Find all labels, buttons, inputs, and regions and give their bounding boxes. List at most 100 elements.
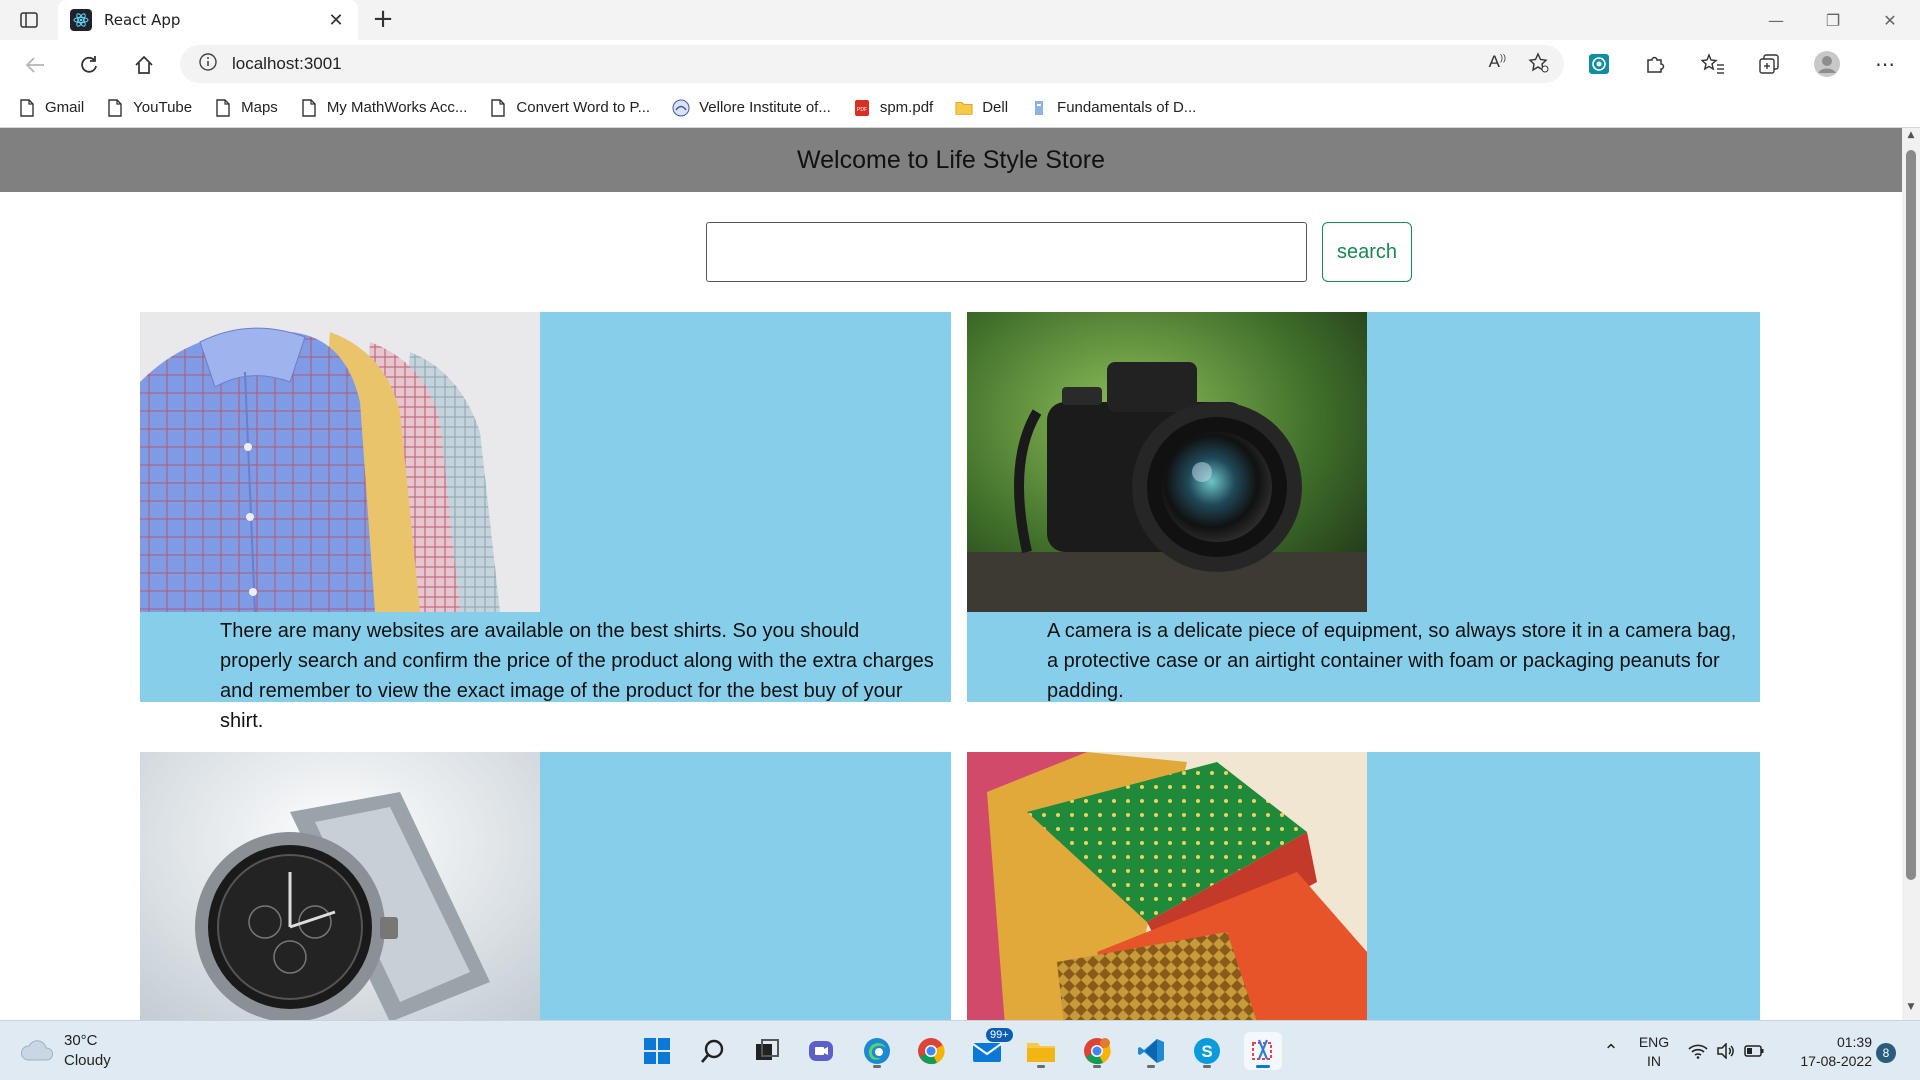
- more-menu-icon[interactable]: ⋯: [1870, 49, 1900, 79]
- language-indicator[interactable]: ENG IN: [1636, 1033, 1672, 1071]
- watch-photo: [140, 752, 540, 1020]
- sarees-photo: [967, 752, 1367, 1020]
- bookmark-label: Convert Word to P...: [516, 99, 651, 116]
- mail-taskbar-icon[interactable]: 99+: [968, 1028, 1013, 1070]
- new-tab-button[interactable]: +: [368, 5, 398, 35]
- bookmarks-bar: Gmail YouTube Maps My MathWorks Acc... Conve…: [0, 88, 1920, 128]
- page-icon: [18, 98, 36, 117]
- tab-title: React App: [104, 11, 181, 29]
- pdf-icon: PDF: [853, 99, 871, 117]
- refresh-button[interactable]: [72, 48, 106, 82]
- edge-taskbar-icon[interactable]: [858, 1032, 896, 1070]
- product-description: There are many websites are available on…: [220, 620, 934, 732]
- read-aloud-icon[interactable]: A)): [1489, 52, 1506, 78]
- close-tab-icon[interactable]: ✕: [326, 10, 346, 31]
- product-card-sarees: [967, 752, 1760, 1020]
- bookmark-item[interactable]: YouTube: [106, 98, 193, 117]
- page-title: Welcome to Life Style Store: [796, 145, 1105, 174]
- scroll-up-arrow-icon[interactable]: ▲: [1902, 130, 1920, 146]
- site-info-icon[interactable]: [198, 52, 218, 76]
- bookmark-item[interactable]: Convert Word to P...: [489, 98, 651, 117]
- book-icon: [1030, 99, 1048, 117]
- clock-time: 01:39: [1836, 1034, 1872, 1050]
- bookmark-label: Gmail: [45, 99, 85, 116]
- task-view-icon[interactable]: [748, 1032, 786, 1070]
- svg-text:PDF: PDF: [857, 107, 867, 113]
- notification-badge[interactable]: 8: [1876, 1043, 1896, 1063]
- bookmark-item[interactable]: PDF spm.pdf: [853, 99, 933, 117]
- running-indicator: [1037, 1065, 1045, 1068]
- home-button[interactable]: [127, 48, 161, 82]
- region-code: IN: [1647, 1053, 1661, 1069]
- mail-badge: 99+: [986, 1028, 1013, 1042]
- running-indicator: [1203, 1065, 1211, 1068]
- chrome-taskbar-icon[interactable]: [912, 1032, 950, 1070]
- weather-widget[interactable]: 30°C Cloudy: [20, 1031, 111, 1071]
- tab-actions-icon[interactable]: [14, 6, 44, 34]
- react-icon: [70, 9, 92, 31]
- bookmark-item[interactable]: Gmail: [18, 98, 85, 117]
- running-indicator: [1093, 1065, 1101, 1068]
- product-card-shirts: There are many websites are available on…: [140, 312, 951, 732]
- product-card-watch: [140, 752, 951, 1020]
- add-favorite-icon[interactable]: [1528, 52, 1550, 78]
- extension-icon[interactable]: [1584, 49, 1614, 79]
- favorites-icon[interactable]: [1698, 49, 1728, 79]
- wifi-icon: [1688, 1044, 1708, 1059]
- teams-chat-icon[interactable]: [802, 1032, 840, 1070]
- page-icon: [489, 98, 507, 117]
- search-taskbar-icon[interactable]: [694, 1032, 732, 1070]
- show-hidden-icons-chevron-icon[interactable]: ⌃: [1592, 1032, 1630, 1070]
- skype-taskbar-icon[interactable]: S: [1188, 1032, 1226, 1070]
- restore-button[interactable]: ❐: [1805, 0, 1861, 40]
- active-indicator: [1256, 1065, 1270, 1068]
- folder-icon: [955, 99, 973, 117]
- shirts-photo: [140, 312, 540, 612]
- page-icon: [106, 98, 124, 117]
- scrollbar-thumb[interactable]: [1906, 150, 1916, 880]
- cloud-icon: [21, 1040, 53, 1061]
- search-button[interactable]: search: [1322, 222, 1412, 282]
- volume-icon: [1717, 1043, 1734, 1059]
- clock-date: 17-08-2022: [1800, 1053, 1872, 1069]
- battery-icon: [1744, 1045, 1764, 1057]
- close-window-button[interactable]: ✕: [1862, 0, 1918, 40]
- file-explorer-icon[interactable]: [1022, 1032, 1060, 1070]
- collections-icon[interactable]: [1754, 49, 1784, 79]
- bookmark-item[interactable]: My MathWorks Acc...: [300, 98, 468, 117]
- page-scrollbar[interactable]: ▲ ▼: [1902, 128, 1920, 1020]
- back-button[interactable]: [18, 48, 52, 82]
- chrome-profile-taskbar-icon[interactable]: [1078, 1032, 1116, 1070]
- bookmark-item[interactable]: Maps: [214, 98, 278, 117]
- quick-settings[interactable]: [1686, 1032, 1766, 1070]
- bookmark-label: Vellore Institute of...: [699, 99, 831, 116]
- search-input[interactable]: [706, 222, 1307, 282]
- scroll-down-arrow-icon[interactable]: ▼: [1902, 1002, 1920, 1018]
- vit-icon: [672, 99, 690, 117]
- bookmark-label: My MathWorks Acc...: [326, 99, 468, 116]
- bookmark-label: Maps: [241, 99, 278, 116]
- url-text: localhost:3001: [232, 54, 342, 73]
- bookmark-label: YouTube: [133, 99, 193, 116]
- bookmark-item[interactable]: Fundamentals of D...: [1030, 99, 1196, 117]
- tab-react-app[interactable]: React App ✕: [58, 0, 358, 40]
- weather-desc: Cloudy: [64, 1052, 111, 1069]
- store-header: Welcome to Life Style Store: [0, 128, 1902, 192]
- clock[interactable]: 01:39 17-08-2022: [1784, 1033, 1872, 1071]
- page-viewport: Welcome to Life Style Store search There…: [0, 128, 1902, 1020]
- windows-taskbar: 30°C Cloudy 99+ S ⌃ ENG IN 01:39 17-08-2…: [0, 1020, 1920, 1080]
- svg-text:S: S: [1201, 1042, 1212, 1061]
- snipping-tool-taskbar-icon[interactable]: [1244, 1032, 1282, 1070]
- bookmark-label: spm.pdf: [879, 99, 934, 116]
- address-bar[interactable]: localhost:3001 A)): [180, 45, 1564, 83]
- start-button[interactable]: [638, 1032, 676, 1070]
- extensions-puzzle-icon[interactable]: [1640, 49, 1670, 79]
- product-card-camera: A camera is a delicate piece of equipmen…: [967, 312, 1760, 702]
- weather-temp: 30°C: [64, 1032, 98, 1049]
- profile-avatar-icon[interactable]: [1812, 49, 1842, 79]
- bookmark-item[interactable]: Vellore Institute of...: [672, 99, 831, 117]
- vscode-taskbar-icon[interactable]: [1132, 1032, 1170, 1070]
- bookmark-label: Dell: [982, 99, 1009, 116]
- bookmark-item[interactable]: Dell: [955, 99, 1008, 117]
- minimize-button[interactable]: —: [1748, 0, 1804, 40]
